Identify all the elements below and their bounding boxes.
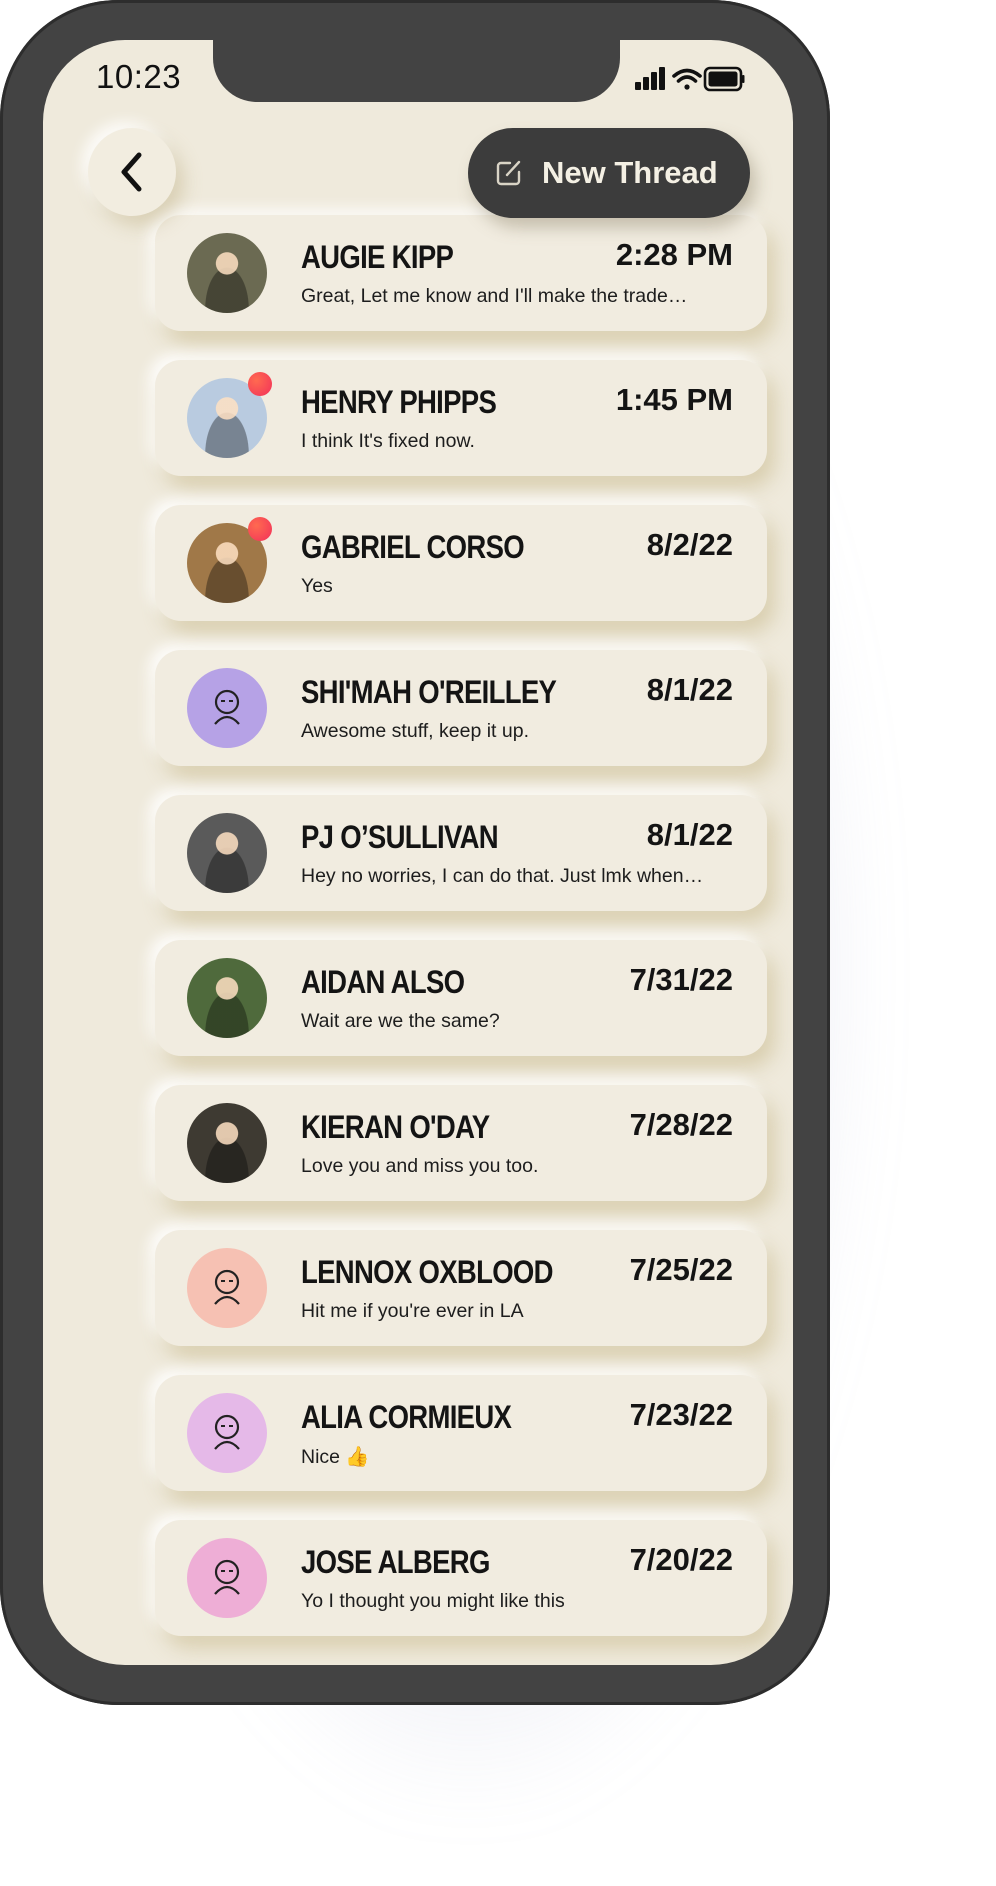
avatar-photo xyxy=(187,1103,267,1183)
thread-date: 1:45 PM xyxy=(615,382,733,417)
thread-name: SHI'MAH O'REILLEY xyxy=(301,674,557,710)
avatar-photo xyxy=(187,233,267,313)
thread-date: 8/2/22 xyxy=(646,527,733,562)
thread-date: 7/20/22 xyxy=(629,1542,733,1577)
thread-preview: Yo I thought you might like this xyxy=(301,1590,565,1612)
avatar-drawing-icon xyxy=(214,1559,240,1595)
avatar-photo xyxy=(187,813,267,893)
thread-name: KIERAN O'DAY xyxy=(301,1109,490,1145)
thread-date: 7/31/22 xyxy=(629,962,733,997)
avatar-drawing-icon xyxy=(214,689,240,725)
thread-name: LENNOX OXBLOOD xyxy=(301,1254,554,1290)
thread-card[interactable]: LENNOX OXBLOOD 7/25/22 Hit me if you're ev… xyxy=(155,1230,767,1346)
thread-date: 2:28 PM xyxy=(615,237,733,272)
thread-preview: Wait are we the same? xyxy=(301,1010,500,1032)
thread-name: HENRY PHIPPS xyxy=(301,384,497,420)
avatar-drawing-icon xyxy=(214,1269,240,1305)
avatar-illustration xyxy=(187,668,267,748)
thread-card[interactable]: AUGIE KIPP 2:28 PM Great, Let me know and … xyxy=(155,215,767,331)
thread-preview: Awesome stuff, keep it up. xyxy=(301,720,529,742)
thread-card[interactable]: ALIA CORMIEUX 7/23/22 Nice 👍 xyxy=(155,1375,767,1491)
avatar-illustration xyxy=(187,1248,267,1328)
chevron-left-icon xyxy=(121,152,142,192)
unread-dot xyxy=(248,372,272,396)
new-thread-label: New Thread xyxy=(542,155,718,190)
thread-preview: Hit me if you're ever in LA xyxy=(301,1300,524,1322)
wifi-icon xyxy=(672,68,702,90)
avatar-photo xyxy=(187,958,267,1038)
compose-icon xyxy=(496,160,521,186)
thread-name: GABRIEL CORSO xyxy=(301,529,525,565)
thread-card[interactable]: GABRIEL CORSO 8/2/22 Yes xyxy=(155,505,767,621)
thread-name: PJ O’SULLIVAN xyxy=(301,819,499,855)
thread-preview: Nice 👍 xyxy=(301,1446,370,1468)
thread-name: AIDAN ALSO xyxy=(301,964,465,1000)
thread-date: 7/25/22 xyxy=(629,1252,733,1287)
status-icons xyxy=(635,66,745,92)
thread-name: JOSE ALBERG xyxy=(301,1544,490,1580)
thread-date: 8/1/22 xyxy=(646,817,733,852)
unread-dot xyxy=(248,517,272,541)
thread-date: 7/23/22 xyxy=(629,1397,733,1432)
thread-name: AUGIE KIPP xyxy=(301,239,454,275)
battery-icon xyxy=(703,66,745,92)
thread-preview: Great, Let me know and I'll make the tra… xyxy=(301,285,688,307)
thread-preview: I think It's fixed now. xyxy=(301,430,475,452)
thread-card[interactable]: SHI'MAH O'REILLEY 8/1/22 Awesome stuff, ke… xyxy=(155,650,767,766)
thread-card[interactable]: JOSE ALBERG 7/20/22 Yo I thought you might… xyxy=(155,1520,767,1636)
thread-card[interactable]: HENRY PHIPPS 1:45 PM I think It's fixed no… xyxy=(155,360,767,476)
thread-preview: Love you and miss you too. xyxy=(301,1155,539,1177)
avatar-drawing-icon xyxy=(214,1414,240,1450)
thread-preview: Yes xyxy=(301,575,333,597)
screen: AUGIE KIPP 2:28 PM Great, Let me know and … xyxy=(43,40,793,1665)
back-button[interactable] xyxy=(88,128,176,216)
phone-frame: AUGIE KIPP 2:28 PM Great, Let me know and … xyxy=(0,0,830,1705)
thread-date: 7/28/22 xyxy=(629,1107,733,1142)
notch xyxy=(213,40,620,102)
new-thread-button[interactable]: New Thread xyxy=(468,128,750,218)
thread-card[interactable]: AIDAN ALSO 7/31/22 Wait are we the same? xyxy=(155,940,767,1056)
avatar-illustration xyxy=(187,1538,267,1618)
signal-icon xyxy=(635,67,665,90)
thread-card[interactable]: KIERAN O'DAY 7/28/22 Love you and miss you… xyxy=(155,1085,767,1201)
thread-date: 8/1/22 xyxy=(646,672,733,707)
avatar-illustration xyxy=(187,1393,267,1473)
thread-preview: Hey no worries, I can do that. Just lmk … xyxy=(301,865,704,887)
thread-card[interactable]: PJ O’SULLIVAN 8/1/22 Hey no worries, I can… xyxy=(155,795,767,911)
status-time: 10:23 xyxy=(96,58,182,95)
thread-name: ALIA CORMIEUX xyxy=(301,1399,512,1435)
